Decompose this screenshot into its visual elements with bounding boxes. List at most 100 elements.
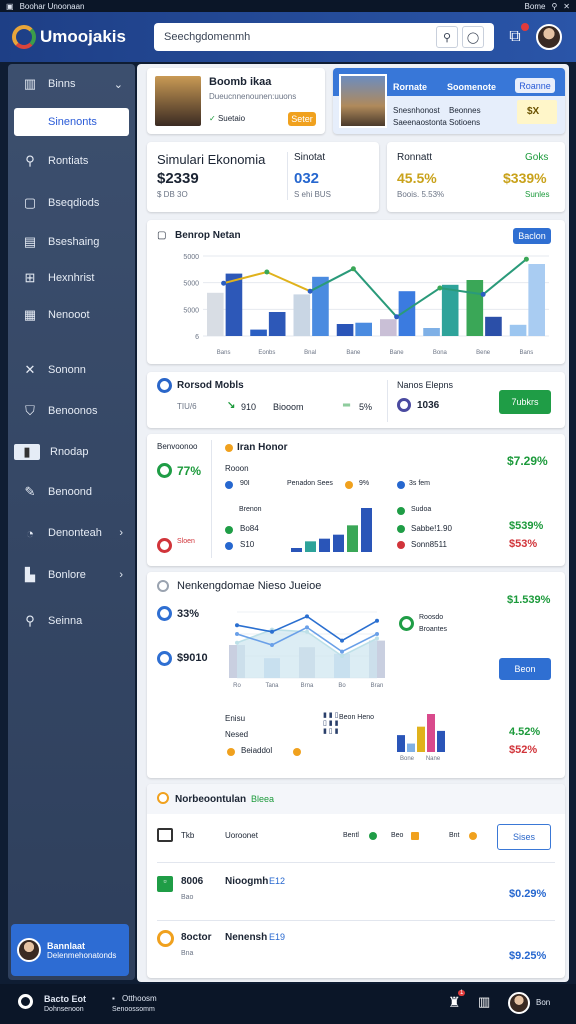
folder-icon — [157, 828, 173, 842]
bar — [441, 284, 459, 336]
bar — [380, 319, 397, 336]
building-image — [339, 74, 387, 128]
sidebar-item-sononn[interactable]: ✕ Sononn — [14, 356, 129, 384]
stat-value: $339% — [503, 170, 547, 186]
profile-title: Boomb ikaa — [209, 76, 272, 88]
search-icon[interactable]: ⚲ — [551, 2, 557, 11]
sidebar-item-rontiats[interactable]: ⚲ Rontiats — [14, 147, 129, 175]
sidebar-item-sinenonts[interactable]: Sinenonts — [14, 108, 129, 136]
taskbar: Bacto Eot Dohnsenoon ▪ Otthoosm Senoosso… — [0, 984, 576, 1024]
chart-icon: ▢ — [157, 230, 167, 241]
check-circle-icon — [157, 463, 172, 478]
kpi-icon — [157, 378, 172, 393]
sidebar-item-bseshaing[interactable]: ▤ Bseshaing — [14, 228, 129, 256]
sidebar-item-benoonos[interactable]: ⛉ Benoonos — [14, 397, 129, 425]
chart-action-button[interactable]: Baclon — [513, 228, 551, 244]
avatar[interactable] — [508, 992, 530, 1014]
row-value: $9.25% — [509, 950, 547, 962]
mid-label-4: Sudoa — [411, 506, 432, 513]
mid-row-b: Penadon Sees — [287, 480, 333, 487]
x-tick-label: Bans — [520, 350, 534, 356]
line-point — [340, 654, 344, 658]
analytics-right-green: 4.52% — [509, 726, 541, 738]
kpi-action-button[interactable]: 7ubkrs — [499, 390, 551, 414]
document-icon: ▢ — [23, 195, 37, 210]
stat-title: Goks — [525, 152, 549, 163]
sidebar-item-rnodap[interactable]: ▮ Rnodap — [14, 438, 129, 466]
app-circle-icon[interactable] — [18, 994, 33, 1009]
clock-icon: ◔ — [26, 525, 34, 541]
row-name: Nenensh — [225, 932, 268, 943]
table-row[interactable]: 8octor Bna Nenensh E19 $9.25% — [147, 924, 565, 974]
analytics-label-2: Nesed — [225, 730, 249, 739]
voice-icon[interactable]: ◯ — [462, 26, 484, 48]
mid-label-3: S10 — [240, 540, 255, 549]
mid-row-d: 3s fem — [409, 480, 431, 487]
table-action-button[interactable]: Sises — [497, 824, 551, 850]
sidebar-item-label: Bseshaing — [48, 236, 100, 248]
bar — [207, 292, 224, 336]
x-tick-label: Bnal — [304, 350, 316, 356]
kpi-value-3: 1036 — [417, 400, 440, 411]
sidebar-item-label: Seinna — [48, 615, 83, 627]
sidebar-item-bonlore[interactable]: ▙ Bonlore › — [14, 561, 129, 589]
line-point — [394, 314, 400, 320]
folder-icon: ▮ — [14, 444, 40, 460]
table-icon — [157, 792, 169, 804]
search-bar[interactable]: Seechgdomenmh ⚲ ◯ — [154, 23, 494, 51]
area-fill — [237, 629, 377, 678]
bullet-dot — [397, 507, 405, 515]
row-tag: E19 — [269, 932, 286, 942]
sidebar-item-hexnhrist[interactable]: ⊞ Hexnhrist — [14, 264, 129, 292]
sidebar-item-bseqdiods[interactable]: ▢ Bseqdiods — [14, 189, 129, 217]
sidebar-user-card[interactable]: Bannlaat Delenmehonatonds — [11, 924, 129, 976]
feature-card[interactable]: Rornate Soomenote Roanne Snesnhonost Beo… — [333, 68, 565, 134]
sidebar-item-binns[interactable]: ▥ Binns ⌄ — [14, 70, 129, 98]
area-chart: Ro Tana Brna Bo Bran — [229, 611, 385, 688]
analytics-button[interactable]: Beon — [499, 658, 551, 680]
taskbar-app-sub: Dohnsenoon — [44, 1006, 84, 1013]
mini-bar-chart — [291, 508, 372, 552]
sidebar-item-seinna[interactable]: ⚲ Seinna — [14, 607, 129, 635]
sidebar-item-label: Denonteah — [48, 527, 102, 539]
table-row[interactable]: ▫ 8006 Bao Nioogmh E12 $0.29% — [147, 868, 565, 918]
table-head-column: Uoroonet — [225, 831, 258, 840]
search-icon[interactable]: ⚲ — [436, 26, 458, 48]
line-point — [523, 256, 529, 262]
avatar[interactable] — [536, 24, 562, 50]
profile-action-button[interactable]: Seter — [288, 112, 316, 126]
sidebar-item-label: Bonlore — [48, 569, 86, 581]
sidebar-item-label: Benoonos — [48, 405, 98, 417]
analytics-right-top: $1.539% — [507, 594, 551, 606]
mid-brand: Iran Honor — [237, 442, 288, 453]
bell-icon[interactable]: ⧉ — [504, 23, 529, 48]
sidebar-item-label: Nenooot — [48, 309, 90, 321]
sidebar-item-denonteah[interactable]: ◔ Denonteah › — [14, 519, 129, 547]
line-point — [235, 623, 239, 628]
profile-card[interactable]: Boomb ikaa Dueucnnenounen:uuons ✓ Suetai… — [147, 68, 325, 134]
bell-icon[interactable]: ♜ — [448, 994, 461, 1011]
line-point — [480, 291, 486, 297]
stat-title: Sinotat — [294, 152, 326, 163]
feature-badge-button[interactable]: Roanne — [515, 78, 555, 93]
sidebar-item-benoond[interactable]: ✎ Benoond — [14, 478, 129, 506]
search-input[interactable]: Seechgdomenmh — [164, 31, 432, 43]
x-tick-label: Bran — [371, 683, 384, 688]
sidebar-item-nenooot[interactable]: ▦ Nenooot — [14, 301, 129, 329]
bar-line-chart: 5000 5000 5000 6 Bans Eonbs Bnal Bane Bane Bona Be… — [183, 254, 549, 356]
table-head-label: Tkb — [181, 831, 195, 840]
bar — [466, 280, 484, 336]
profile-subtitle: Dueucnnenounen:uuons — [209, 92, 297, 101]
kpi-title: Rorsod Mobls — [177, 380, 244, 391]
row-code: 8006 — [181, 876, 204, 887]
bar — [423, 328, 440, 336]
book-icon[interactable]: ▥ — [478, 994, 490, 1010]
y-tick-label: 5000 — [183, 281, 199, 288]
sidebar: ▥ Binns ⌄ Sinenonts ⚲ Rontiats ▢ Bseqdiods ▤… — [8, 64, 135, 980]
line-point — [264, 269, 270, 275]
close-icon[interactable]: ✕ — [563, 2, 570, 11]
chevron-down-icon: ⌄ — [113, 78, 123, 91]
bar — [397, 735, 405, 752]
stats-card-left: Simulari Ekonomia $2339 $ DB 3O Sinotat … — [147, 142, 379, 212]
shield-icon: ⛉ — [25, 403, 35, 418]
